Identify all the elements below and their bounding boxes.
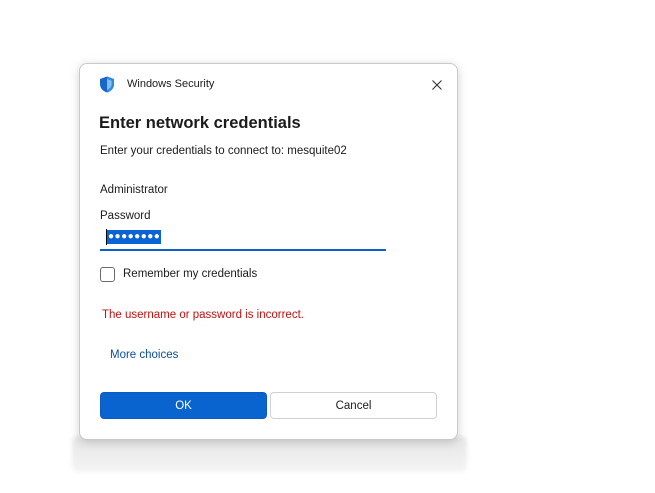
password-label: Password <box>100 210 151 222</box>
dialog-heading: Enter network credentials <box>99 114 301 132</box>
username-text: Administrator <box>100 184 168 196</box>
password-value: ●●●●●●●● <box>107 230 162 244</box>
cancel-button[interactable]: Cancel <box>270 392 437 419</box>
close-icon <box>432 77 442 95</box>
ok-button[interactable]: OK <box>100 392 267 419</box>
connect-target-text: Enter your credentials to connect to: me… <box>100 145 347 157</box>
password-field[interactable]: ●●●●●●●● <box>100 227 386 251</box>
close-button[interactable] <box>426 75 448 97</box>
title-bar: Windows Security <box>80 64 457 104</box>
shield-icon <box>99 76 115 93</box>
remember-credentials-row[interactable]: Remember my credentials <box>100 265 257 283</box>
remember-credentials-label[interactable]: Remember my credentials <box>123 268 257 280</box>
app-title: Windows Security <box>127 78 215 90</box>
dialog-shadow <box>72 436 467 472</box>
credentials-dialog: Windows Security Enter network credentia… <box>79 63 458 440</box>
error-message: The username or password is incorrect. <box>102 309 304 321</box>
remember-credentials-checkbox[interactable] <box>100 266 115 282</box>
more-choices-link[interactable]: More choices <box>110 349 178 361</box>
